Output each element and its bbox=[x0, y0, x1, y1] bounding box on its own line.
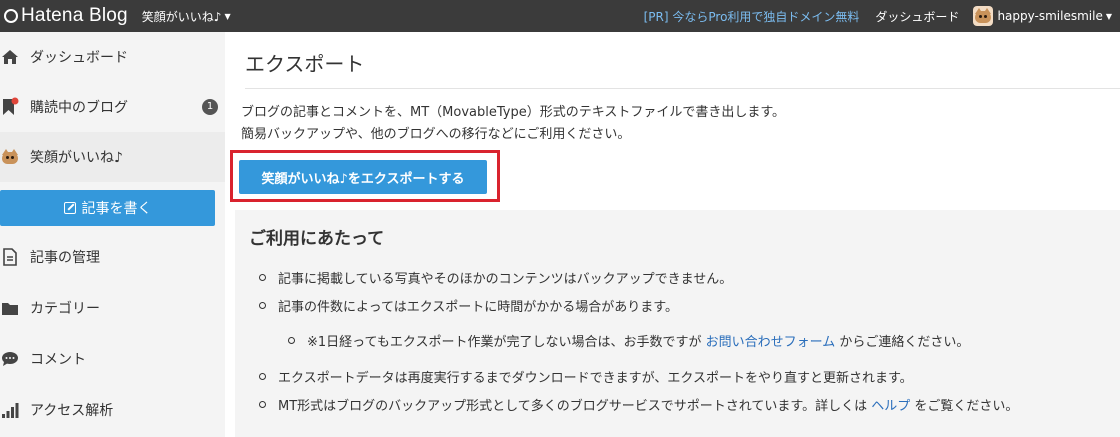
sidebar-item-label: 購読中のブログ bbox=[30, 100, 128, 116]
note-item: MT形式はブログのバックアップ形式として多くのブログサービスでサポートされていま… bbox=[258, 395, 1019, 414]
pro-promo-link[interactable]: [PR] 今ならPro利用で独自ドメイン無料 bbox=[644, 8, 860, 25]
title-divider bbox=[245, 88, 1120, 89]
sidebar-item-label: 記事の管理 bbox=[30, 250, 100, 266]
note-item: 記事の件数によってはエクスポートに時間がかかる場合があります。 bbox=[258, 296, 678, 315]
usage-notes-panel: ご利用にあたって 記事に掲載している写真やそのほかのコンテンツはバックアップでき… bbox=[235, 210, 1120, 437]
blog-avatar-icon bbox=[0, 147, 20, 167]
hatena-logo-icon bbox=[4, 9, 18, 23]
bookmark-icon bbox=[0, 97, 20, 117]
sidebar-item-analytics[interactable]: アクセス解析 bbox=[0, 385, 225, 435]
sidebar-item-label: カテゴリー bbox=[30, 301, 100, 317]
main-content: エクスポート ブログの記事とコメントを、MT（MovableType）形式のテキ… bbox=[225, 32, 1120, 437]
note-item: 記事に掲載している写真やそのほかのコンテンツはバックアップできません。 bbox=[258, 268, 732, 287]
blog-selector-label: 笑顔がいいね♪ bbox=[141, 9, 222, 24]
page-title: エクスポート bbox=[245, 52, 365, 76]
sidebar-item-subscribed[interactable]: 購読中のブログ 1 bbox=[0, 82, 225, 132]
unread-count-badge: 1 bbox=[202, 99, 218, 115]
description-line-2: 簡易バックアップや、他のブログへの移行などにご利用ください。 bbox=[241, 127, 631, 142]
help-link[interactable]: ヘルプ bbox=[871, 399, 910, 414]
user-menu[interactable]: happy-smilesmile ▼ bbox=[973, 6, 1112, 26]
home-icon bbox=[0, 47, 20, 67]
description-line-1: ブログの記事とコメントを、MT（MovableType）形式のテキストファイルで… bbox=[241, 105, 786, 120]
sidebar: ダッシュボード 購読中のブログ 1 笑顔がいいね♪ 記事を書く 記事の管理 カテ… bbox=[0, 32, 225, 437]
bar-chart-icon bbox=[0, 400, 20, 420]
sidebar-item-blog[interactable]: 笑顔がいいね♪ bbox=[0, 132, 225, 182]
export-description: ブログの記事とコメントを、MT（MovableType）形式のテキストファイルで… bbox=[241, 102, 785, 146]
top-bar: Hatena Blog 笑顔がいいね♪ ▼ [PR] 今ならPro利用で独自ドメ… bbox=[0, 0, 1120, 32]
sidebar-item-comments[interactable]: コメント bbox=[0, 334, 225, 384]
note-text: ※1日経ってもエクスポート作業が完了しない場合は、お手数ですが bbox=[307, 335, 706, 350]
document-icon bbox=[0, 247, 20, 267]
notes-heading: ご利用にあたって bbox=[249, 229, 385, 249]
username: happy-smilesmile bbox=[997, 9, 1103, 23]
sidebar-item-label: 笑顔がいいね♪ bbox=[30, 150, 123, 166]
caret-down-icon: ▼ bbox=[1105, 11, 1112, 21]
sidebar-item-label: アクセス解析 bbox=[30, 403, 114, 419]
note-text: をご覧ください。 bbox=[910, 399, 1019, 414]
note-text: からご連絡ください。 bbox=[835, 335, 970, 350]
sidebar-item-manage[interactable]: 記事の管理 bbox=[0, 232, 225, 282]
hatena-blog-logo[interactable]: Hatena Blog bbox=[4, 5, 128, 27]
sidebar-item-dashboard[interactable]: ダッシュボード bbox=[0, 32, 225, 82]
write-article-button[interactable]: 記事を書く bbox=[0, 190, 215, 226]
note-subitem: ※1日経ってもエクスポート作業が完了しない場合は、お手数ですが お問い合わせフォ… bbox=[287, 331, 970, 350]
edit-icon bbox=[63, 202, 76, 214]
contact-form-link[interactable]: お問い合わせフォーム bbox=[706, 335, 836, 350]
caret-down-icon: ▼ bbox=[224, 11, 231, 21]
blog-selector[interactable]: 笑顔がいいね♪ ▼ bbox=[142, 8, 231, 25]
comment-icon bbox=[0, 349, 20, 369]
logo-text: Hatena Blog bbox=[21, 5, 128, 26]
sidebar-item-label: コメント bbox=[30, 352, 86, 368]
sidebar-item-categories[interactable]: カテゴリー bbox=[0, 283, 225, 333]
avatar bbox=[973, 6, 994, 26]
folder-icon bbox=[0, 298, 20, 318]
note-text: MT形式はブログのバックアップ形式として多くのブログサービスでサポートされていま… bbox=[278, 399, 872, 414]
dashboard-link[interactable]: ダッシュボード bbox=[875, 8, 959, 25]
note-item: エクスポートデータは再度実行するまでダウンロードできますが、エクスポートをやり直… bbox=[259, 367, 913, 386]
write-article-label: 記事を書く bbox=[81, 201, 152, 217]
sidebar-item-label: ダッシュボード bbox=[30, 50, 128, 66]
export-button[interactable]: 笑顔がいいね♪をエクスポートする bbox=[239, 160, 487, 194]
